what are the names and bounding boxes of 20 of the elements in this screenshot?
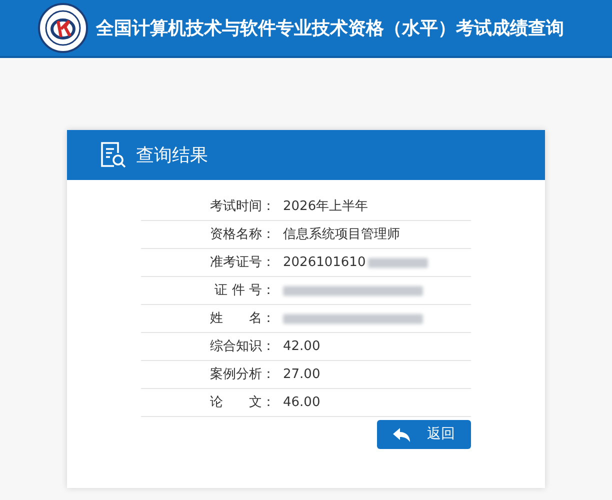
field-label: 证 件 号： bbox=[214, 282, 276, 300]
field-value: 27.00 bbox=[283, 366, 320, 384]
field-label: 姓 名： bbox=[209, 310, 276, 328]
document-search-icon bbox=[100, 141, 126, 169]
field-label: 资格名称： bbox=[209, 226, 276, 244]
field-label: 论 文： bbox=[209, 394, 276, 412]
field-value: 42.00 bbox=[283, 338, 320, 356]
field-value: 46.00 bbox=[283, 394, 320, 412]
field-label: 准考证号： bbox=[209, 254, 276, 272]
page-title: 全国计算机技术与软件专业技术资格（水平）考试成绩查询 bbox=[96, 16, 564, 40]
return-arrow-icon bbox=[393, 428, 411, 442]
logo-icon bbox=[38, 3, 88, 53]
field-value: 2026101610 bbox=[283, 254, 366, 272]
field-label: 考试时间： bbox=[209, 198, 276, 216]
field-label: 案例分析： bbox=[209, 366, 276, 384]
panel-title: 查询结果 bbox=[136, 144, 208, 168]
field-value: 信息系统项目管理师 bbox=[283, 226, 400, 244]
field-label: 综合知识： bbox=[209, 338, 276, 356]
field-value: 2026年上半年 bbox=[283, 198, 368, 216]
back-button[interactable]: 返回 bbox=[377, 420, 471, 449]
